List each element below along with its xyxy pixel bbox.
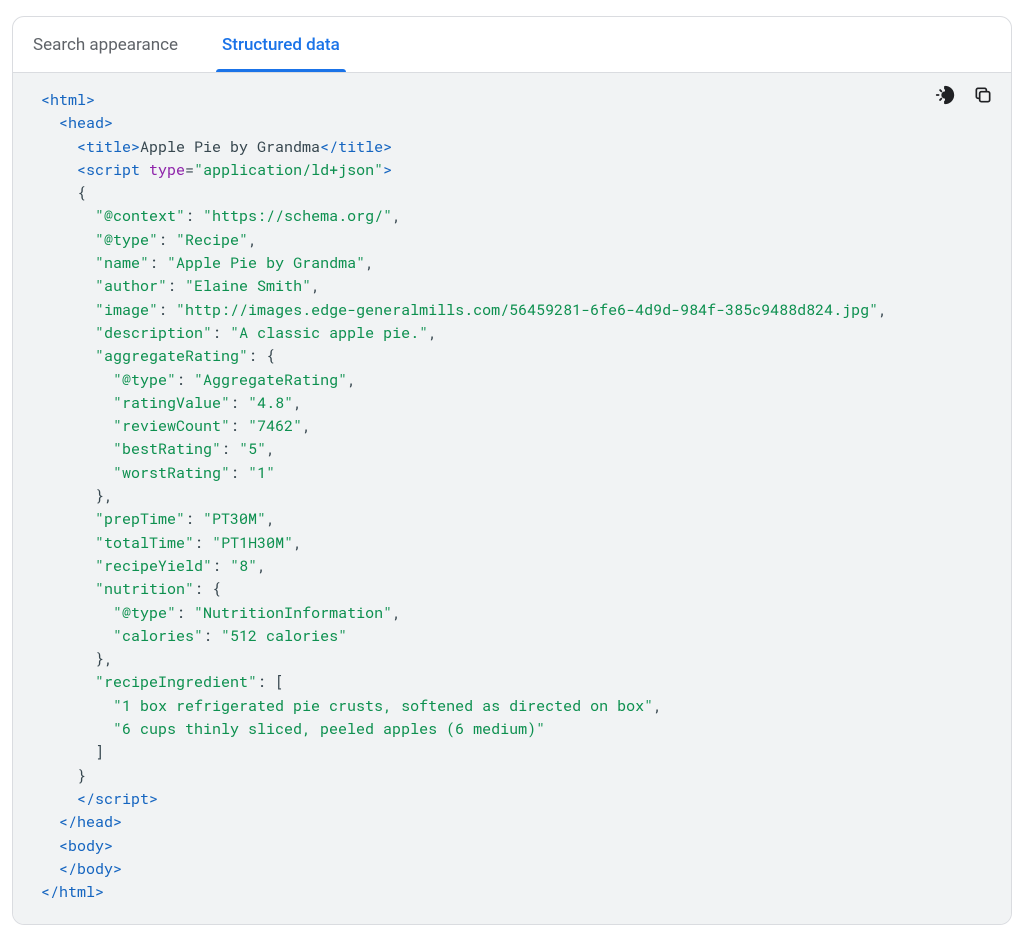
code-actions	[933, 83, 995, 107]
dark-theme-icon[interactable]	[933, 83, 957, 107]
structured-data-panel: Search appearance Structured data <html>…	[12, 16, 1012, 925]
tab-search-appearance[interactable]: Search appearance	[33, 19, 198, 71]
code-container: <html> <head> <title>Apple Pie by Grandm…	[13, 73, 1011, 924]
tab-bar: Search appearance Structured data	[13, 17, 1011, 73]
copy-icon[interactable]	[971, 83, 995, 107]
tab-structured-data[interactable]: Structured data	[222, 19, 360, 71]
code-block: <html> <head> <title>Apple Pie by Grandm…	[41, 89, 983, 904]
